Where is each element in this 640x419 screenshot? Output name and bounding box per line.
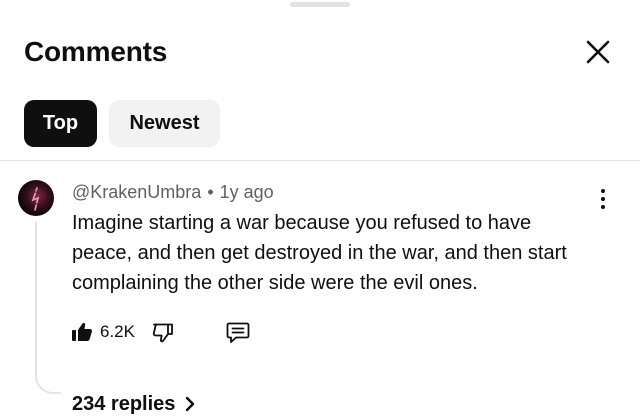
- divider: [0, 160, 640, 161]
- comment-author[interactable]: @KrakenUmbra: [72, 182, 201, 202]
- drag-handle[interactable]: [290, 2, 350, 7]
- comment-time: 1y ago: [219, 182, 274, 202]
- avatar-image-icon: [29, 187, 43, 211]
- tab-newest[interactable]: Newest: [109, 100, 220, 147]
- meta-separator: •: [207, 182, 214, 202]
- more-vert-icon: [601, 189, 605, 193]
- chevron-right-icon: [186, 396, 195, 412]
- dislike-button[interactable]: [151, 320, 175, 344]
- tab-top[interactable]: Top: [24, 100, 97, 147]
- reply-button[interactable]: [225, 319, 251, 345]
- avatar[interactable]: [18, 180, 54, 216]
- thread-line: [35, 222, 61, 394]
- view-replies-button[interactable]: 234 replies: [72, 391, 197, 417]
- sort-tabs: Top Newest: [24, 100, 220, 147]
- close-button[interactable]: [580, 34, 616, 70]
- replies-count: 234 replies: [72, 393, 176, 415]
- more-options-button[interactable]: [588, 184, 618, 214]
- thumbs-down-outline-icon: [152, 323, 173, 343]
- like-button[interactable]: 6.2K: [70, 320, 135, 344]
- reply-comment-icon: [226, 322, 250, 343]
- comment-actions: 6.2K: [70, 316, 251, 348]
- comment-text: Imagine starting a war because you refus…: [72, 212, 567, 294]
- page-title: Comments: [24, 36, 168, 67]
- thumbs-up-filled-icon: [72, 322, 92, 341]
- like-count: 6.2K: [100, 322, 135, 341]
- comment-meta: @KrakenUmbra • 1y ago: [72, 181, 274, 203]
- close-icon: [586, 40, 610, 64]
